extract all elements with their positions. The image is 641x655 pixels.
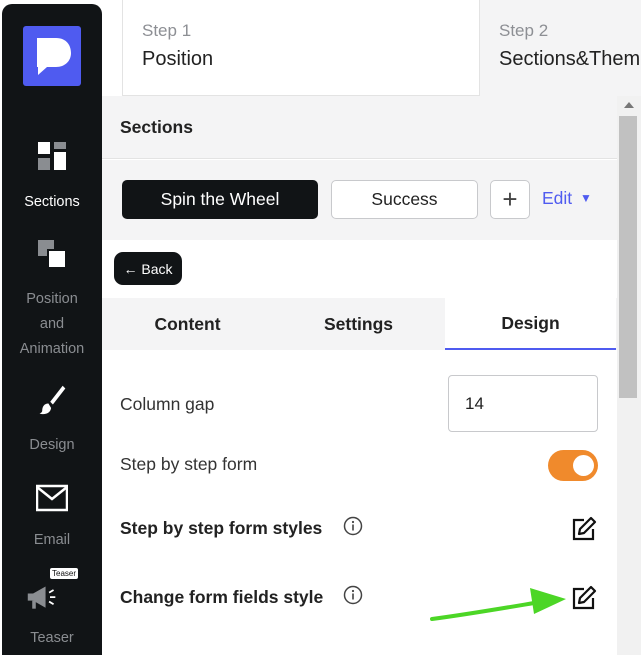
- step-number: Step 2: [499, 21, 549, 40]
- step-form-toggle[interactable]: [548, 450, 598, 481]
- add-section-button[interactable]: +: [490, 180, 530, 219]
- section-spin-the-wheel-button[interactable]: Spin the Wheel: [122, 180, 318, 219]
- back-area: ← Back: [102, 240, 617, 298]
- sidebar-item-label: Teaser: [30, 630, 74, 646]
- step-title: Sections&Theme: [499, 48, 641, 70]
- sidebar-item-email[interactable]: Email: [2, 480, 102, 555]
- edit-sections-link[interactable]: Edit: [542, 188, 572, 209]
- sidebar-item-teaser[interactable]: Teaser: [2, 574, 102, 654]
- tab-content[interactable]: Content: [102, 298, 273, 350]
- brush-icon: [39, 385, 66, 415]
- edit-icon[interactable]: [570, 584, 598, 612]
- app-window: Sections Position and Animation Design E…: [0, 0, 641, 655]
- section-success-button[interactable]: Success: [331, 180, 478, 219]
- sidebar-item-label: Email: [33, 532, 71, 548]
- step-form-styles-label: Step by step form styles: [120, 518, 323, 538]
- position-icon: [38, 240, 67, 269]
- sidebar-item-label: Sections: [24, 194, 80, 210]
- scrollbar[interactable]: [617, 96, 641, 655]
- caret-down-icon[interactable]: ▼: [580, 191, 592, 205]
- sidebar-item-label-line: Animation: [19, 341, 85, 357]
- design-form: Column gap 14 Step by step form Step by …: [102, 350, 617, 655]
- form-fields-style-label: Change form fields style: [120, 587, 324, 607]
- column-gap-label: Column gap: [120, 394, 215, 414]
- logo: [23, 26, 81, 86]
- sections-icon: [38, 142, 66, 170]
- sidebar-item-position-animation[interactable]: Position and Animation: [2, 236, 102, 361]
- column-gap-input[interactable]: 14: [448, 375, 598, 432]
- step-number: Step 1: [142, 21, 192, 40]
- sidebar: Sections Position and Animation Design E…: [2, 4, 102, 655]
- scroll-thumb[interactable]: [619, 116, 637, 398]
- email-icon: [36, 484, 68, 512]
- info-icon[interactable]: [343, 516, 363, 536]
- sidebar-item-label-line: and: [39, 316, 65, 332]
- step-1[interactable]: Step 1 Position: [122, 0, 480, 96]
- tab-settings[interactable]: Settings: [273, 298, 444, 350]
- step-title: Position: [142, 48, 214, 70]
- sidebar-item-label-line: Position: [26, 291, 78, 307]
- scroll-up-arrow-icon[interactable]: [624, 102, 634, 108]
- panel-title: Sections: [120, 117, 193, 137]
- steps-header: Step 1 Position Step 2 Sections&Theme: [102, 0, 641, 96]
- sidebar-item-design[interactable]: Design: [2, 382, 102, 457]
- content-tabs: Content Settings Design: [102, 298, 617, 350]
- panel-header: Sections: [102, 96, 617, 159]
- megaphone-icon: [27, 586, 56, 609]
- teaser-badge: Teaser: [50, 568, 79, 579]
- sidebar-item-sections[interactable]: Sections: [2, 136, 102, 216]
- edit-icon[interactable]: [570, 515, 598, 543]
- back-button[interactable]: ← Back: [114, 252, 182, 285]
- step-form-label: Step by step form: [120, 454, 258, 474]
- tab-design[interactable]: Design: [445, 298, 616, 350]
- info-icon[interactable]: [343, 585, 363, 605]
- section-buttons-bar: Spin the Wheel Success + Edit ▼: [102, 160, 617, 240]
- toggle-knob: [573, 455, 594, 476]
- sidebar-item-label: Design: [29, 437, 75, 453]
- step-2[interactable]: Step 2 Sections&Theme: [480, 0, 641, 96]
